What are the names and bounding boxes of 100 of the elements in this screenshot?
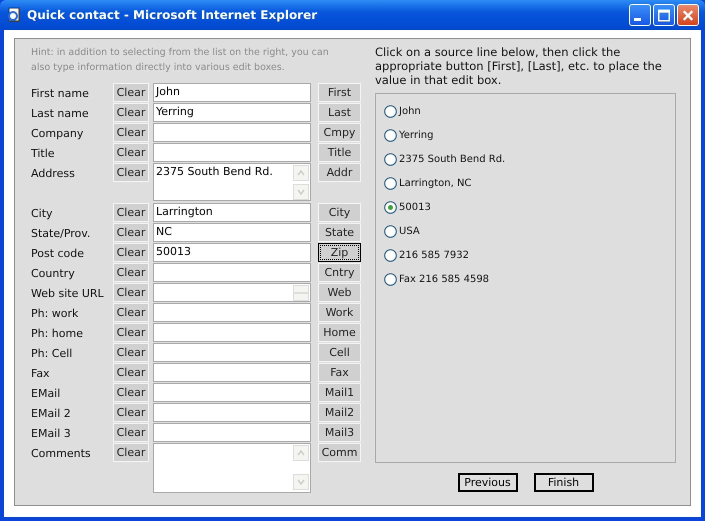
clear-button[interactable]: Clear (113, 363, 149, 382)
field-label: Ph: work (31, 306, 80, 320)
assign-button[interactable]: Last (318, 103, 361, 122)
assign-button[interactable]: State (318, 223, 361, 242)
field-label: State/Prov. (31, 226, 92, 240)
scrollbar-icon[interactable] (293, 165, 309, 201)
instructions-text: Click on a source line below, then click the appropriate button [First], [Last], etc. to place the value in that edit box. (375, 45, 663, 87)
field-label: First name (31, 86, 90, 100)
source-line[interactable]: Fax 216 585 4598 (399, 274, 490, 284)
field-label: Country (31, 266, 76, 280)
clear-button[interactable]: Clear (113, 403, 149, 422)
source-line[interactable]: Larrington, NC (399, 178, 472, 188)
input-field[interactable] (153, 403, 311, 422)
clear-button[interactable]: Clear (113, 203, 149, 222)
clear-button[interactable]: Clear (113, 283, 149, 302)
document-icon (6, 7, 22, 23)
field-label: Title (31, 146, 56, 160)
clear-button[interactable]: Clear (113, 303, 149, 322)
minimize-button[interactable] (629, 4, 651, 26)
clear-button[interactable]: Clear (113, 443, 149, 462)
input-field[interactable]: Yerring (153, 103, 311, 122)
dialog-button[interactable]: Previous (458, 473, 518, 492)
input-field[interactable] (153, 443, 311, 493)
clear-button[interactable]: Clear (113, 263, 149, 282)
maximize-button[interactable] (653, 4, 675, 26)
input-field[interactable] (153, 283, 311, 302)
assign-button[interactable]: Web (318, 283, 361, 302)
field-label: Last name (31, 106, 90, 120)
radio-button[interactable] (384, 104, 397, 118)
field-label: Fax (31, 366, 51, 380)
assign-button[interactable]: Home (318, 323, 361, 342)
source-line[interactable]: John (399, 106, 421, 116)
assign-button[interactable]: Mail2 (318, 403, 361, 422)
input-field[interactable] (153, 343, 311, 362)
assign-button[interactable]: City (318, 203, 361, 222)
radio-button[interactable] (384, 272, 397, 286)
clear-button[interactable]: Clear (113, 103, 149, 122)
input-field[interactable]: John (153, 83, 311, 102)
assign-button[interactable]: Cmpy (318, 123, 361, 142)
clear-button[interactable]: Clear (113, 83, 149, 102)
input-field[interactable] (153, 363, 311, 382)
field-label: Company (31, 126, 84, 140)
dialog-button[interactable]: Finish (534, 473, 594, 492)
input-field[interactable] (153, 303, 311, 322)
radio-button[interactable] (384, 128, 397, 142)
input-field[interactable] (153, 123, 311, 142)
scrollbar-icon[interactable] (293, 285, 309, 301)
input-field[interactable] (153, 323, 311, 342)
input-field[interactable] (153, 383, 311, 402)
scrollbar-icon[interactable] (293, 445, 309, 491)
assign-button[interactable]: Zip (318, 243, 361, 262)
minimize-icon (634, 18, 641, 20)
radio-button[interactable] (384, 152, 397, 166)
source-line[interactable]: 50013 (399, 202, 431, 212)
field-label: EMail 2 (31, 406, 72, 420)
assign-button[interactable]: Comm (318, 443, 361, 462)
assign-button[interactable]: Mail1 (318, 383, 361, 402)
window-title: Quick contact - Microsoft Internet Explorer (27, 8, 318, 22)
close-button[interactable] (677, 4, 699, 26)
field-label: Post code (31, 246, 86, 260)
radio-button[interactable] (384, 200, 397, 214)
input-field[interactable]: 50013 (153, 243, 311, 262)
field-label: Comments (31, 446, 92, 460)
clear-button[interactable]: Clear (113, 223, 149, 242)
assign-button[interactable]: First (318, 83, 361, 102)
source-line[interactable]: USA (399, 226, 420, 236)
clear-button[interactable]: Clear (113, 383, 149, 402)
clear-button[interactable]: Clear (113, 123, 149, 142)
radio-button[interactable] (384, 224, 397, 238)
source-line[interactable]: 216 585 7932 (399, 250, 469, 260)
field-label: Ph: home (31, 326, 84, 340)
input-field[interactable] (153, 143, 311, 162)
field-label: City (31, 206, 54, 220)
clear-button[interactable]: Clear (113, 243, 149, 262)
field-label: Address (31, 166, 76, 180)
input-field[interactable]: NC (153, 223, 311, 242)
assign-button[interactable]: Title (318, 143, 361, 162)
source-line[interactable]: 2375 South Bend Rd. (399, 154, 506, 164)
field-label: EMail 3 (31, 426, 72, 440)
clear-button[interactable]: Clear (113, 343, 149, 362)
radio-button[interactable] (384, 248, 397, 262)
assign-button[interactable]: Mail3 (318, 423, 361, 442)
hint-text: Hint: in addition to selecting from the list on the right, you can also type information directly into various edit boxes. (31, 46, 330, 75)
input-field[interactable] (153, 263, 311, 282)
clear-button[interactable]: Clear (113, 423, 149, 442)
input-field[interactable]: Larrington (153, 203, 311, 222)
clear-button[interactable]: Clear (113, 323, 149, 342)
assign-button[interactable]: Cell (318, 343, 361, 362)
clear-button[interactable]: Clear (113, 163, 149, 182)
assign-button[interactable]: Addr (318, 163, 361, 182)
field-label: Ph: Cell (31, 346, 74, 360)
field-label: Web site URL (31, 286, 105, 300)
input-field[interactable] (153, 423, 311, 442)
assign-button[interactable]: Cntry (318, 263, 361, 282)
clear-button[interactable]: Clear (113, 143, 149, 162)
radio-button[interactable] (384, 176, 397, 190)
assign-button[interactable]: Fax (318, 363, 361, 382)
assign-button[interactable]: Work (318, 303, 361, 322)
input-field[interactable]: 2375 South Bend Rd. (153, 163, 311, 201)
source-line[interactable]: Yerring (399, 130, 434, 140)
